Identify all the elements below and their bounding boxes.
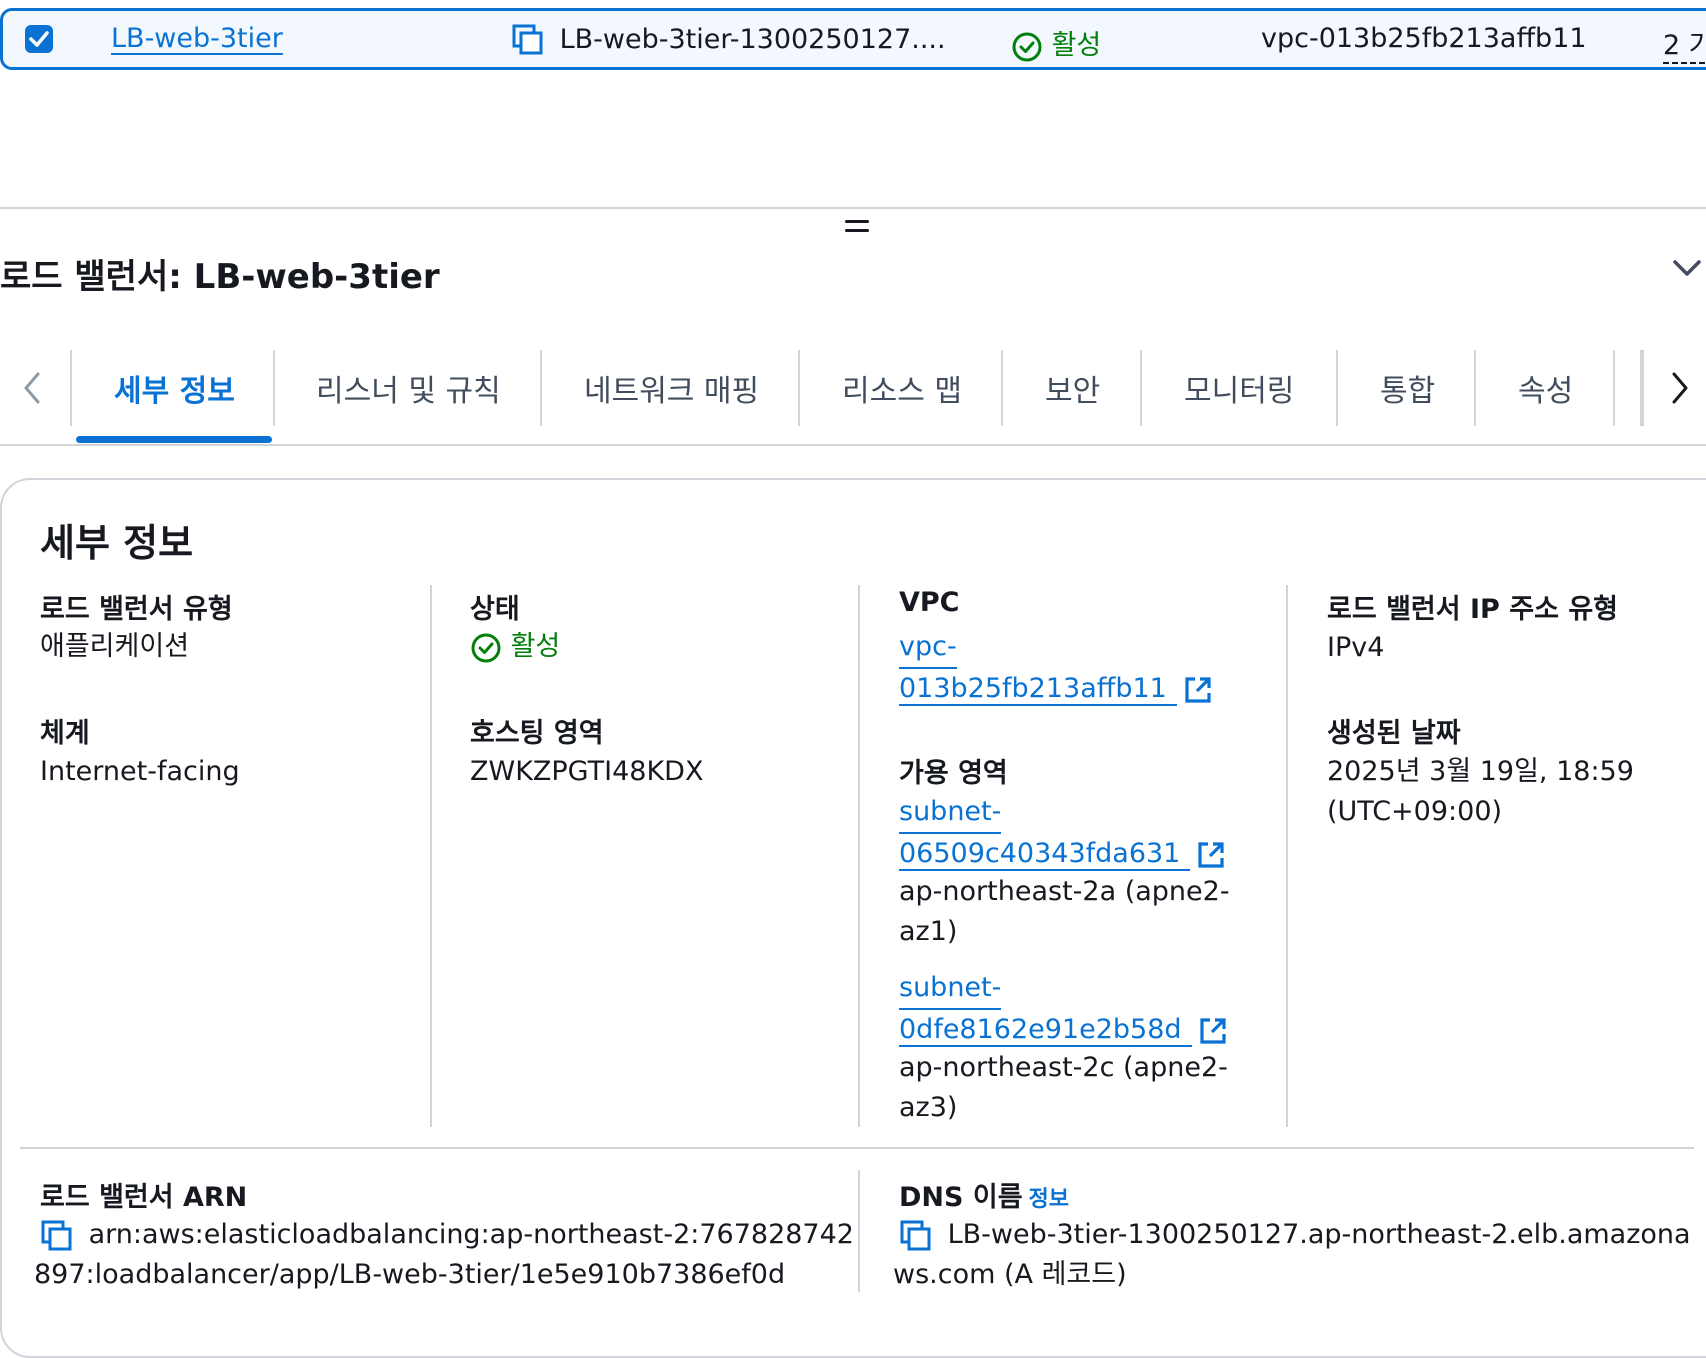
info-link[interactable]: 정보 bbox=[1029, 1187, 1069, 1212]
tab-listeners[interactable]: 리스너 및 규칙 bbox=[316, 366, 501, 410]
vpc-link[interactable]: vpc- 013b25fb213affb11 bbox=[899, 627, 1213, 709]
success-icon bbox=[471, 633, 501, 662]
created-value-line2: (UTC+09:00) bbox=[1327, 796, 1503, 827]
dns-value-line1: LB-web-3tier-1300250127.ap-northeast-2.e… bbox=[899, 1215, 1691, 1255]
subnet-1-zone-line1: ap-northeast-2a (apne2- bbox=[899, 876, 1230, 907]
state-text: 활성 bbox=[510, 631, 561, 662]
active-tab-indicator bbox=[76, 436, 272, 443]
ip-type-value: IPv4 bbox=[1327, 632, 1385, 663]
section-title: 세부 정보 bbox=[40, 521, 194, 565]
copy-icon[interactable] bbox=[511, 23, 545, 57]
scheme-value: Internet-facing bbox=[40, 756, 240, 787]
table-row[interactable]: LB-web-3tier LB-web-3tier-1300250127....… bbox=[0, 8, 1706, 70]
tab-attributes[interactable]: 속성 bbox=[1518, 366, 1573, 410]
tab-monitoring[interactable]: 모니터링 bbox=[1184, 366, 1294, 410]
dns-label: DNS 이름 정보 bbox=[899, 1175, 1069, 1214]
split-divider bbox=[0, 207, 1706, 209]
created-value-line1: 2025년 3월 19일, 18:59 bbox=[1327, 756, 1634, 787]
copy-icon[interactable] bbox=[899, 1219, 933, 1253]
row-checkbox[interactable] bbox=[25, 25, 53, 53]
external-link-icon bbox=[1199, 1017, 1226, 1044]
created-label: 생성된 날짜 bbox=[1327, 718, 1461, 749]
arn-value-line1: arn:aws:elasticloadbalancing:ap-northeas… bbox=[40, 1215, 854, 1255]
subnet-link-1[interactable]: subnet- 06509c40343fda631 bbox=[899, 792, 1226, 874]
status-text: 활성 bbox=[1051, 30, 1102, 61]
vpc-label: VPC bbox=[899, 587, 960, 618]
subnet-2-line2: 0dfe8162e91e2b58d bbox=[899, 1014, 1192, 1047]
subnet-1-line1: subnet- bbox=[899, 792, 1002, 834]
arn-label: 로드 밸런서 ARN bbox=[40, 1182, 248, 1213]
lb-name-link[interactable]: LB-web-3tier bbox=[111, 23, 283, 54]
dns-text-1: LB-web-3tier-1300250127.ap-northeast-2.e… bbox=[947, 1219, 1691, 1250]
dns-label-text: DNS 이름 bbox=[899, 1182, 1023, 1213]
check-icon bbox=[29, 31, 49, 47]
success-icon bbox=[1012, 32, 1042, 61]
state-label: 상태 bbox=[470, 594, 520, 625]
external-link-icon bbox=[1198, 841, 1224, 868]
tab-bar: 세부 정보 리스너 및 규칙 네트워크 매핑 리소스 맵 보안 모니터링 통합 … bbox=[0, 348, 1706, 446]
hosted-zone-value: ZWKZPGTI48KDX bbox=[470, 756, 704, 787]
vpc-link-line1: vpc- bbox=[899, 627, 957, 669]
copy-icon[interactable] bbox=[40, 1219, 74, 1253]
hosted-zone-label: 호스팅 영역 bbox=[470, 718, 604, 749]
subnet-2-zone-line1: ap-northeast-2c (apne2- bbox=[899, 1052, 1228, 1083]
az-label: 가용 영역 bbox=[899, 758, 1008, 789]
external-link-icon bbox=[1185, 676, 1211, 703]
subnet-link-2[interactable]: subnet- 0dfe8162e91e2b58d bbox=[899, 968, 1228, 1050]
dns-truncated: LB-web-3tier-1300250127.... bbox=[559, 23, 946, 55]
state-value: 활성 bbox=[470, 627, 560, 667]
subnet-1-zone-line2: az1) bbox=[899, 916, 958, 947]
status-badge: 활성 bbox=[1011, 23, 1101, 63]
chevron-down-icon[interactable] bbox=[1672, 258, 1702, 278]
chevron-right-icon[interactable] bbox=[1670, 370, 1690, 406]
arn-text-1: arn:aws:elasticloadbalancing:ap-northeas… bbox=[88, 1219, 854, 1250]
subnet-1-line2: 06509c40343fda631 bbox=[899, 838, 1191, 871]
tab-security[interactable]: 보안 bbox=[1045, 366, 1100, 410]
chevron-left-icon[interactable] bbox=[22, 370, 42, 406]
tab-integrations[interactable]: 통합 bbox=[1380, 366, 1435, 410]
vpc-link-line2: 013b25fb213affb11 bbox=[899, 673, 1177, 706]
tab-resource-map[interactable]: 리소스 맵 bbox=[842, 366, 962, 410]
arn-value-line2: 897:loadbalancer/app/LB-web-3tier/1e5e91… bbox=[34, 1259, 786, 1290]
subnet-2-zone-line2: az3) bbox=[899, 1092, 958, 1123]
panel-title: 로드 밸런서: LB-web-3tier bbox=[0, 257, 440, 297]
subnet-2-line1: subnet- bbox=[899, 968, 1002, 1010]
ip-type-label: 로드 밸런서 IP 주소 유형 bbox=[1327, 594, 1618, 625]
lb-type-label: 로드 밸런서 유형 bbox=[40, 594, 233, 625]
vpc-cell: vpc-013b25fb213affb11 bbox=[1261, 23, 1587, 54]
tab-details[interactable]: 세부 정보 bbox=[114, 366, 235, 410]
dns-cell: LB-web-3tier-1300250127.... bbox=[511, 23, 946, 57]
tab-network-mapping[interactable]: 네트워크 매핑 bbox=[584, 366, 759, 410]
scheme-label: 체계 bbox=[40, 718, 90, 749]
dns-value-line2: ws.com (A 레코드) bbox=[893, 1259, 1127, 1290]
lb-type-value: 애플리케이션 bbox=[40, 631, 190, 662]
az-count[interactable]: 2 가 bbox=[1663, 23, 1706, 64]
resize-handle-icon[interactable] bbox=[845, 220, 869, 236]
